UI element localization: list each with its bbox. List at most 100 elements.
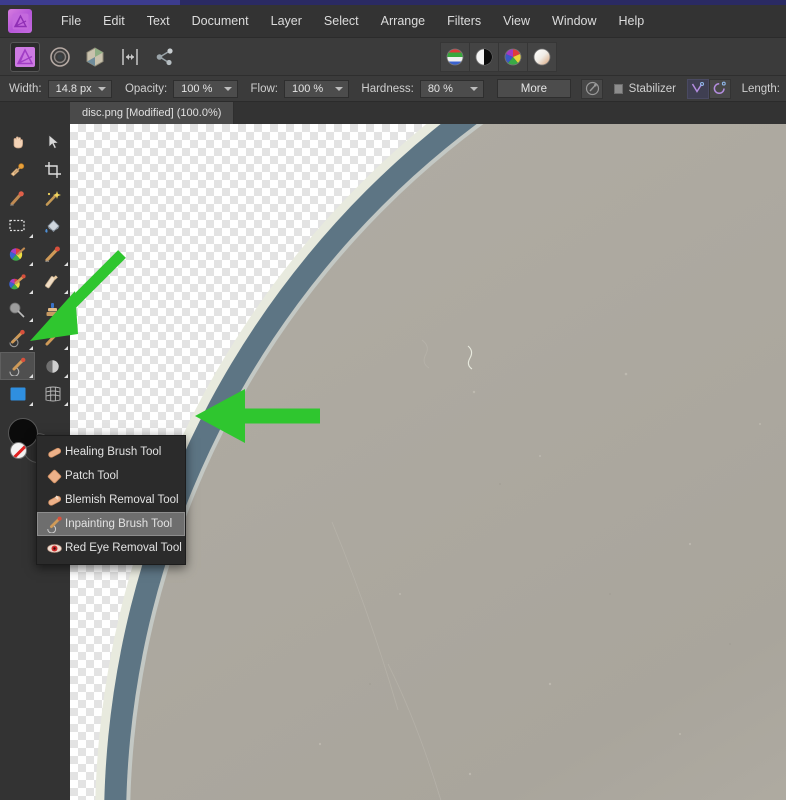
- menu-window[interactable]: Window: [541, 10, 607, 32]
- persona-liquify[interactable]: [45, 42, 75, 72]
- magic-wand-icon: [43, 189, 62, 208]
- persona-develop[interactable]: [80, 42, 110, 72]
- menu-item-blemish-removal-tool[interactable]: Blemish Removal Tool: [37, 488, 185, 512]
- menu-edit[interactable]: Edit: [92, 10, 136, 32]
- tool-flood-select[interactable]: [35, 184, 70, 212]
- adjustment-gradient-button[interactable]: [527, 42, 557, 72]
- tool-selection-brush[interactable]: [0, 184, 35, 212]
- tool-marquee[interactable]: [0, 212, 35, 240]
- clone-stamp-icon: [43, 301, 62, 320]
- rgb-levels-circle-icon: [446, 48, 464, 66]
- adjustment-color-button[interactable]: [498, 42, 528, 72]
- adjustment-black-white-button[interactable]: [469, 42, 499, 72]
- tool-inpainting-brush[interactable]: [0, 352, 35, 380]
- flow-input[interactable]: 100 %: [284, 80, 349, 98]
- tool-flood-fill[interactable]: [35, 212, 70, 240]
- window-stabilizer-button[interactable]: [709, 79, 731, 99]
- menu-filters[interactable]: Filters: [436, 10, 492, 32]
- window-title-strip: [0, 0, 786, 5]
- tool-erase-brush[interactable]: [35, 268, 70, 296]
- tool-clone-brush[interactable]: [35, 296, 70, 324]
- rectangular-marquee-icon: [8, 217, 27, 236]
- menu-file[interactable]: File: [50, 10, 92, 32]
- tool-flyout-triangle-icon[interactable]: [29, 318, 33, 322]
- chevron-down-icon[interactable]: [98, 87, 106, 91]
- tool-flyout-triangle-icon[interactable]: [64, 402, 68, 406]
- tool-view[interactable]: [0, 128, 35, 156]
- tool-undo-brush[interactable]: [0, 324, 35, 352]
- tool-flyout-triangle-icon[interactable]: [64, 290, 68, 294]
- affinity-photo-logo-icon[interactable]: [8, 9, 32, 33]
- tool-flyout-triangle-icon[interactable]: [64, 346, 68, 350]
- tool-gradient[interactable]: [0, 240, 35, 268]
- gradient-circle-icon: [533, 48, 551, 66]
- opacity-label: Opacity:: [125, 83, 167, 95]
- rope-stabilizer-button[interactable]: [687, 79, 709, 99]
- tool-paint-mixer[interactable]: [0, 268, 35, 296]
- tool-flyout-triangle-icon[interactable]: [64, 262, 68, 266]
- tool-paint-brush[interactable]: [35, 240, 70, 268]
- tool-flyout-triangle-icon[interactable]: [29, 374, 33, 378]
- menu-document[interactable]: Document: [181, 10, 260, 32]
- aperture-icon: [14, 46, 36, 68]
- tool-crop[interactable]: [35, 156, 70, 184]
- flow-value: 100 %: [292, 83, 323, 95]
- tool-dodge-burn[interactable]: [0, 296, 35, 324]
- affinity-photo-window: File Edit Text Document Layer Select Arr…: [0, 0, 786, 800]
- tool-rectangle[interactable]: [0, 380, 35, 408]
- opacity-value: 100 %: [181, 83, 212, 95]
- chevron-down-icon[interactable]: [470, 87, 478, 91]
- color-wheel-icon: [8, 245, 27, 264]
- tool-flyout-triangle-icon[interactable]: [64, 374, 68, 378]
- menu-text[interactable]: Text: [136, 10, 181, 32]
- export-share-icon: [154, 46, 176, 68]
- stabilizer-label: Stabilizer: [629, 83, 676, 95]
- persona-photo[interactable]: [10, 42, 40, 72]
- color-wheel-circle-icon: [504, 48, 522, 66]
- menu-item-patch-tool[interactable]: Patch Tool: [37, 464, 185, 488]
- chevron-down-icon[interactable]: [335, 87, 343, 91]
- paint-mixer-brush-icon: [8, 273, 27, 292]
- tool-color-picker[interactable]: [0, 156, 35, 184]
- menu-layer[interactable]: Layer: [260, 10, 313, 32]
- dodge-tool-icon: [8, 301, 27, 320]
- adjustment-levels-button[interactable]: [440, 42, 470, 72]
- menu-arrange[interactable]: Arrange: [370, 10, 436, 32]
- tool-smudge-brush[interactable]: [35, 324, 70, 352]
- tool-flyout-triangle-icon[interactable]: [29, 262, 33, 266]
- tool-move[interactable]: [35, 128, 70, 156]
- no-color-swatch[interactable]: [10, 442, 27, 459]
- menu-select[interactable]: Select: [313, 10, 370, 32]
- paint-brush-icon: [43, 245, 62, 264]
- tool-flyout-triangle-icon[interactable]: [29, 234, 33, 238]
- more-button[interactable]: More: [497, 79, 570, 98]
- persona-export[interactable]: [150, 42, 180, 72]
- brush-settings-button[interactable]: [581, 79, 603, 99]
- tool-flyout-triangle-icon[interactable]: [29, 402, 33, 406]
- menu-item-label: Red Eye Removal Tool: [65, 542, 182, 554]
- tool-flyout-triangle-icon[interactable]: [64, 318, 68, 322]
- menu-help[interactable]: Help: [608, 10, 656, 32]
- eraser-icon: [43, 273, 62, 292]
- blue-rectangle-icon: [8, 384, 28, 404]
- stabilizer-checkbox[interactable]: [614, 84, 623, 94]
- inpainting-brush-icon: [8, 357, 27, 376]
- menu-view[interactable]: View: [492, 10, 541, 32]
- document-tab-disc[interactable]: disc.png [Modified] (100.0%): [70, 102, 234, 124]
- tone-mapping-icon: [119, 46, 141, 68]
- tool-flyout-triangle-icon[interactable]: [29, 290, 33, 294]
- patch-tool-icon: [43, 468, 65, 485]
- tool-blur-brush[interactable]: [35, 352, 70, 380]
- hardness-input[interactable]: 80 %: [420, 80, 485, 98]
- menu-item-red-eye-removal-tool[interactable]: Red Eye Removal Tool: [37, 536, 185, 560]
- tool-flyout-triangle-icon[interactable]: [29, 346, 33, 350]
- tool-mesh-warp[interactable]: [35, 380, 70, 408]
- persona-tone-mapping[interactable]: [115, 42, 145, 72]
- width-input[interactable]: 14.8 px: [48, 80, 113, 98]
- chevron-down-icon[interactable]: [224, 87, 232, 91]
- opacity-input[interactable]: 100 %: [173, 80, 238, 98]
- tool-flyout-menu: Healing Brush Tool Patch Tool Blemi: [36, 435, 186, 565]
- menu-item-healing-brush-tool[interactable]: Healing Brush Tool: [37, 440, 185, 464]
- menu-item-inpainting-brush-tool[interactable]: Inpainting Brush Tool: [37, 512, 185, 536]
- paint-bucket-icon: [43, 217, 62, 236]
